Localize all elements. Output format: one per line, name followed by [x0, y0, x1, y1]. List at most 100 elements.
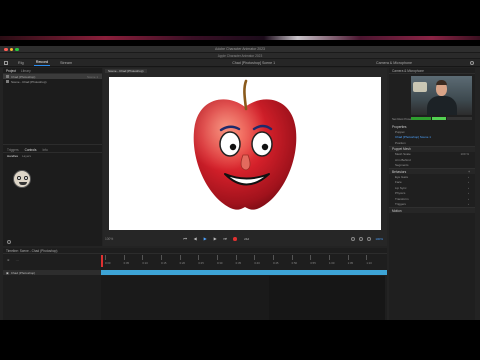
ruler-tick-mark [329, 255, 330, 260]
ruler-tick-mark [198, 255, 199, 260]
expand-icon[interactable]: › [468, 202, 469, 206]
ruler-tick-label: 0:50 [291, 261, 298, 265]
play-icon[interactable]: ▶ [203, 237, 207, 241]
list-item[interactable]: Scene - Chad (Photoshop) [3, 79, 102, 84]
behavior-label: Transform [395, 196, 409, 201]
project-list: Project Library Chad (Photoshop) Scene 1… [3, 68, 102, 145]
mesh-scale-value[interactable]: 100 % [460, 152, 469, 156]
apple-character [193, 79, 297, 210]
scene-view-controls: 100% [351, 237, 383, 241]
motion-header[interactable]: Motion [389, 207, 475, 213]
thumbnail-eye-right [24, 176, 28, 180]
left-eye [219, 131, 241, 157]
app-window: Adobe Character Animator 2023 Apple Char… [0, 46, 480, 320]
expand-icon[interactable]: › [468, 186, 469, 190]
go-to-end-icon[interactable]: ⏭ [223, 237, 227, 241]
tab-triggers[interactable]: Triggers [7, 148, 19, 152]
scene-canvas[interactable] [109, 77, 381, 230]
rest-pose-label[interactable]: Set Rest Pose [392, 117, 411, 121]
ruler-tick-label: 0:30 [217, 261, 223, 265]
ruler-tick-mark [105, 255, 106, 260]
camera-person-body [427, 96, 457, 115]
tab-controls[interactable]: Controls [25, 148, 37, 152]
timeline-controls: ⊕ ⋯ [7, 258, 19, 262]
step-back-icon[interactable]: ◀ [193, 237, 197, 241]
segments-label: Segments [395, 163, 409, 168]
timeline-options-icon[interactable]: ⋯ [16, 258, 19, 262]
tab-project[interactable]: Project [6, 69, 16, 73]
ruler-tick-mark [217, 255, 218, 260]
frame-counter: 24d [244, 237, 250, 241]
record-button[interactable] [233, 237, 237, 241]
behavior-label: Eye Gaze [395, 174, 409, 179]
control-subtabs: Handles Layers [3, 153, 102, 159]
scene-panel: Scene - Chad (Photoshop) 100% ⏮ ◀ ▶ ▶ ⏭ … [103, 68, 387, 246]
zoom-level[interactable]: 100% [105, 237, 113, 241]
thumbnail-mouth [19, 182, 27, 185]
motion-title: Motion [392, 208, 402, 213]
mic-level-empty [447, 117, 472, 120]
visibility-icon[interactable] [367, 237, 372, 241]
puppet-value: Scene 1 [86, 74, 98, 79]
add-behavior-icon[interactable]: + [468, 170, 470, 174]
mute-icon[interactable] [351, 237, 356, 241]
track-bar[interactable] [101, 270, 387, 275]
timeline-zoom-icon[interactable]: ⊕ [7, 258, 10, 262]
ruler-tick-label: 1:10 [366, 261, 372, 265]
scene-footer: 100% ⏮ ◀ ▶ ▶ ⏭ 24d 100% [103, 232, 387, 246]
ruler-tick-mark [123, 255, 125, 260]
left-pupil [229, 143, 237, 151]
puppet-thumbnail[interactable] [13, 170, 31, 188]
position-label: Position [395, 140, 406, 145]
step-forward-icon[interactable]: ▶ [213, 237, 217, 241]
puppet-name-link[interactable]: Chad [Photoshop] Scene 1 [395, 135, 431, 139]
ruler-tick-mark [347, 255, 349, 260]
ruler-tick-mark [161, 255, 162, 260]
ruler-tick-label: 0:00 [105, 261, 111, 265]
help-icon[interactable] [470, 60, 474, 65]
desktop-wallpaper [0, 36, 480, 40]
nose [240, 154, 251, 171]
ruler-tick-label: 0:15 [161, 261, 167, 265]
timeline-out-range [269, 276, 385, 320]
ruler-tick-mark [235, 255, 237, 260]
ruler-tick-label: 1:00 [329, 261, 335, 265]
tab-library[interactable]: Library [21, 69, 31, 73]
right-pupil [261, 143, 269, 151]
window-title: Adobe Character Animator 2023 [214, 47, 265, 51]
expand-icon[interactable]: › [468, 180, 469, 184]
properties-section: Properties Puppet Chad [Photoshop] Scene… [389, 124, 475, 213]
expand-icon[interactable]: › [468, 175, 469, 179]
track-visibility-icon[interactable]: ▣ [6, 271, 9, 275]
tab-handles[interactable]: Handles [7, 154, 18, 158]
home-icon[interactable] [4, 60, 8, 65]
mesh-scale-label: Mesh Scale [395, 152, 411, 157]
add-icon[interactable] [7, 240, 11, 244]
scene-settings-icon[interactable] [359, 237, 364, 241]
behavior-label: Lip Sync [395, 185, 407, 190]
camera-person-hair [436, 80, 447, 85]
behavior-label: Triggers [395, 202, 406, 207]
ruler-tick-mark [179, 255, 181, 260]
tab-layers[interactable]: Layers [22, 154, 31, 158]
tab-rig[interactable]: Rig [16, 60, 26, 66]
behaviors-title: Behaviors [392, 169, 407, 174]
ruler-tick-mark [254, 255, 255, 260]
go-to-start-icon[interactable]: ⏮ [183, 237, 187, 241]
scene-icon [6, 80, 9, 83]
apple-stem [243, 79, 248, 111]
tab-stream[interactable]: Stream [58, 60, 74, 66]
puppet-mesh-title: Puppet Mesh [392, 147, 411, 151]
timeline-ruler[interactable]: 0:00 0:05 0:10 0:15 0:20 0:25 0:30 0:35 0:40 0:45… [101, 255, 385, 267]
timeline-track-row[interactable]: ▣ Chad (Photoshop) [3, 270, 387, 275]
tab-record[interactable]: Record [33, 59, 50, 66]
document-bar: Apple Character Animator 2023 [0, 53, 480, 59]
apple-highlight [193, 99, 297, 210]
tab-info[interactable]: Info [42, 148, 47, 152]
track-label: Chad (Photoshop) [10, 270, 36, 275]
expand-icon[interactable]: › [468, 197, 469, 201]
expand-icon[interactable]: › [468, 191, 469, 195]
zoom-readout[interactable]: 100% [375, 237, 383, 241]
scene-tab[interactable]: Scene - Chad (Photoshop) [105, 69, 147, 73]
playhead[interactable] [101, 255, 103, 267]
